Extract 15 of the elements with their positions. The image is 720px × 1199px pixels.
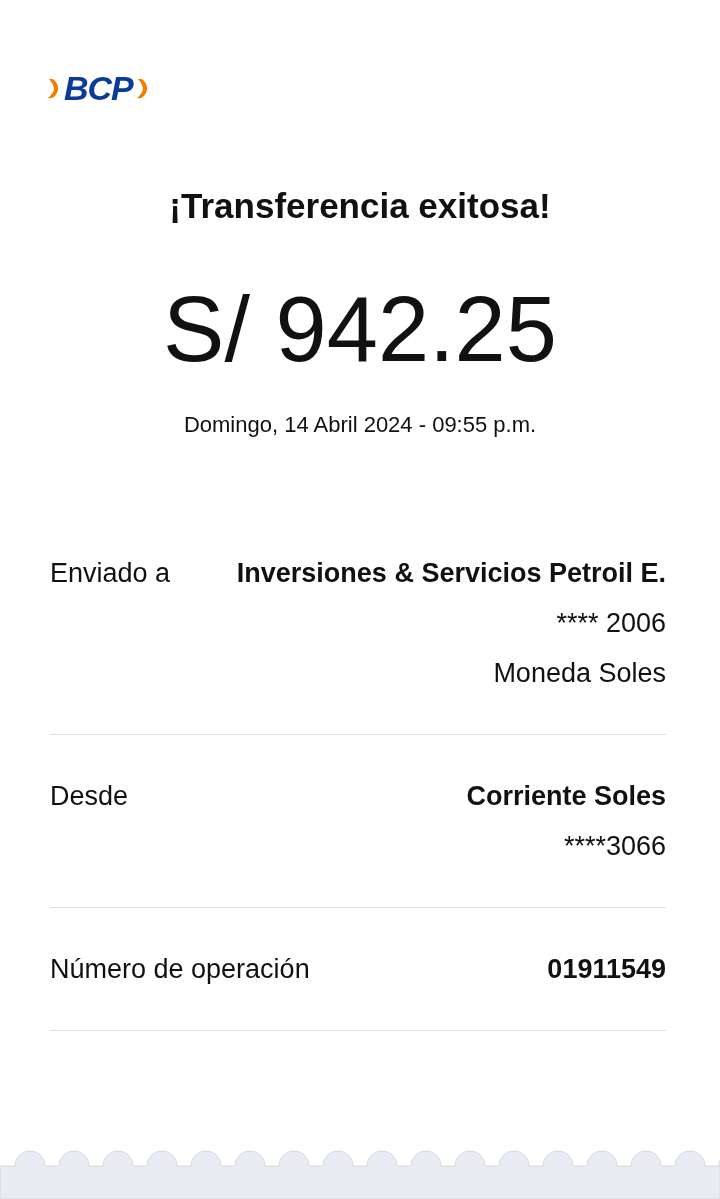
chevron-icon xyxy=(48,76,60,100)
detail-label: Desde xyxy=(50,780,129,813)
date-time: Domingo, 14 Abril 2024 - 09:55 p.m. xyxy=(182,411,538,439)
detail-value: Inversiones & Servicios Petroil E. xyxy=(236,557,666,590)
detail-value: Corriente Soles xyxy=(466,780,666,813)
detail-value: **** 2006 xyxy=(556,607,666,640)
detail-value: ****3066 xyxy=(563,830,666,863)
page-title: ¡Transferencia exitosa! xyxy=(168,185,552,227)
detail-value: Moneda Soles xyxy=(493,657,666,690)
detail-value: 01911549 xyxy=(547,953,666,986)
logo-text: BCP xyxy=(64,68,133,108)
amount: S/ 942.25 xyxy=(162,277,558,382)
detail-label: Enviado a xyxy=(50,557,171,590)
chevron-icon xyxy=(136,76,149,100)
detail-label: Número de operación xyxy=(50,953,310,986)
